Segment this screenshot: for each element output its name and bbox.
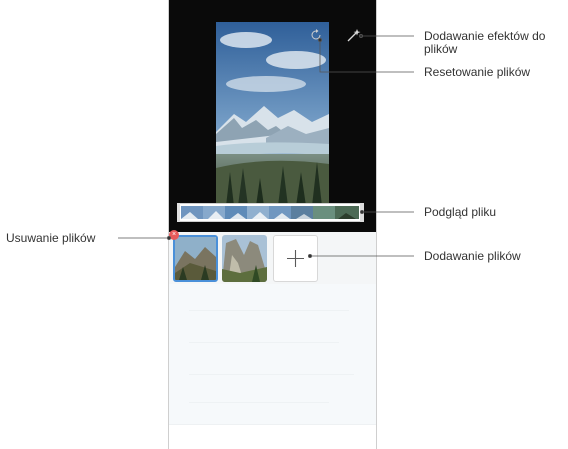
callout-effects: Dodawanie efektów do plików	[424, 30, 545, 56]
callout-delete: Usuwanie plików	[6, 231, 96, 245]
callout-effects-line2: plików	[424, 42, 458, 56]
callout-add: Dodawanie plików	[424, 249, 521, 263]
callout-reset: Resetowanie plików	[424, 65, 531, 79]
callout-preview: Podgląd pliku	[424, 205, 497, 219]
